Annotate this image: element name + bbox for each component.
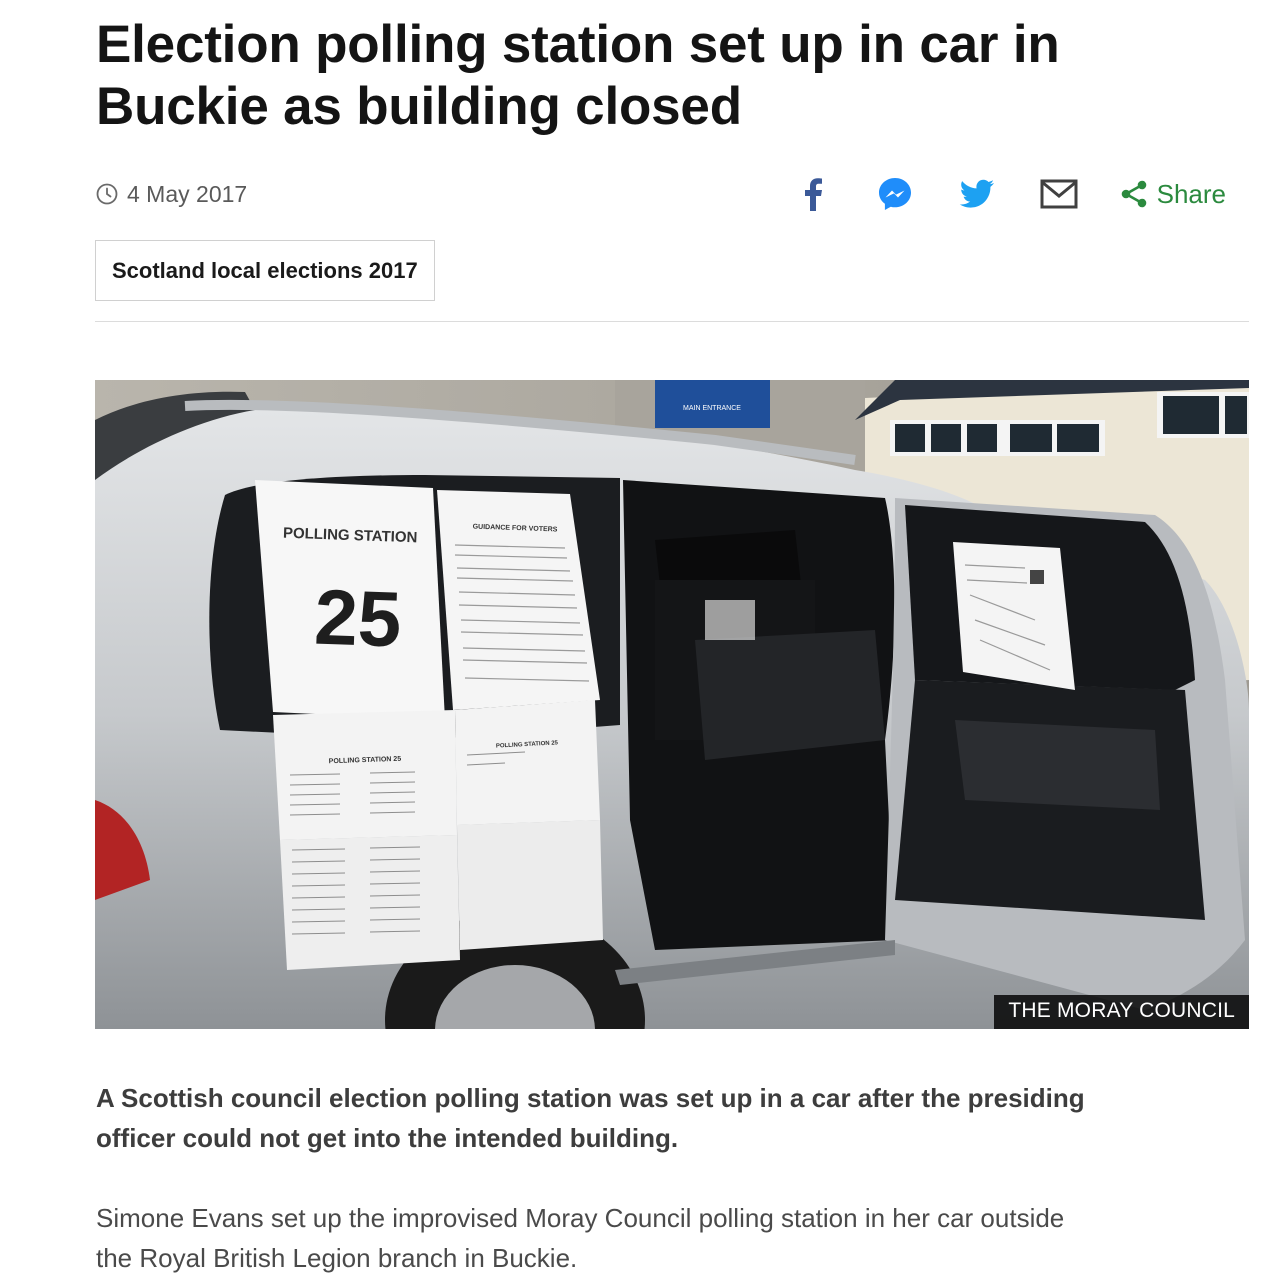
messenger-share-button[interactable]: [875, 174, 915, 214]
twitter-icon: [959, 179, 994, 208]
headline: Election polling station set up in car i…: [96, 15, 1060, 136]
email-icon: [1040, 179, 1078, 209]
article-image: MAIN ENTRANCE POLLING STATION 25 GUIDANC…: [95, 380, 1249, 1029]
share-bar: Share: [793, 174, 1226, 214]
polling-station-sign: POLLING STATION 25: [255, 480, 445, 720]
messenger-icon: [878, 178, 911, 210]
share-button[interactable]: Share: [1119, 179, 1226, 210]
car-polling-station-photo: MAIN ENTRANCE POLLING STATION 25 GUIDANC…: [95, 380, 1249, 1029]
body-paragraph: Simone Evans set up the improvised Moray…: [96, 1203, 1065, 1273]
image-credit: THE MORAY COUNCIL: [994, 995, 1249, 1029]
polling-station-register-sheets: POLLING STATION 25 POLLING STATION 25: [273, 700, 603, 970]
door-window-notice: [953, 542, 1075, 690]
intro-paragraph: A Scottish council election polling stat…: [96, 1083, 1085, 1153]
email-share-button[interactable]: [1039, 174, 1079, 214]
date-text: 4 May 2017: [127, 180, 248, 207]
facebook-icon: [804, 178, 822, 211]
building-sign: [655, 380, 770, 428]
clock-icon: [96, 183, 118, 205]
twitter-share-button[interactable]: [957, 174, 997, 214]
topic-tag[interactable]: Scotland local elections 2017: [95, 240, 435, 301]
divider: [95, 321, 1249, 322]
building-sign-text: MAIN ENTRANCE: [683, 405, 741, 412]
article-meta: 4 May 2017 Share: [96, 176, 1226, 212]
share-icon: [1121, 180, 1146, 208]
polling-station-sign-number: 25: [313, 573, 403, 664]
facebook-share-button[interactable]: [793, 174, 833, 214]
publish-date: 4 May 2017: [96, 181, 247, 208]
share-label: Share: [1156, 178, 1226, 209]
